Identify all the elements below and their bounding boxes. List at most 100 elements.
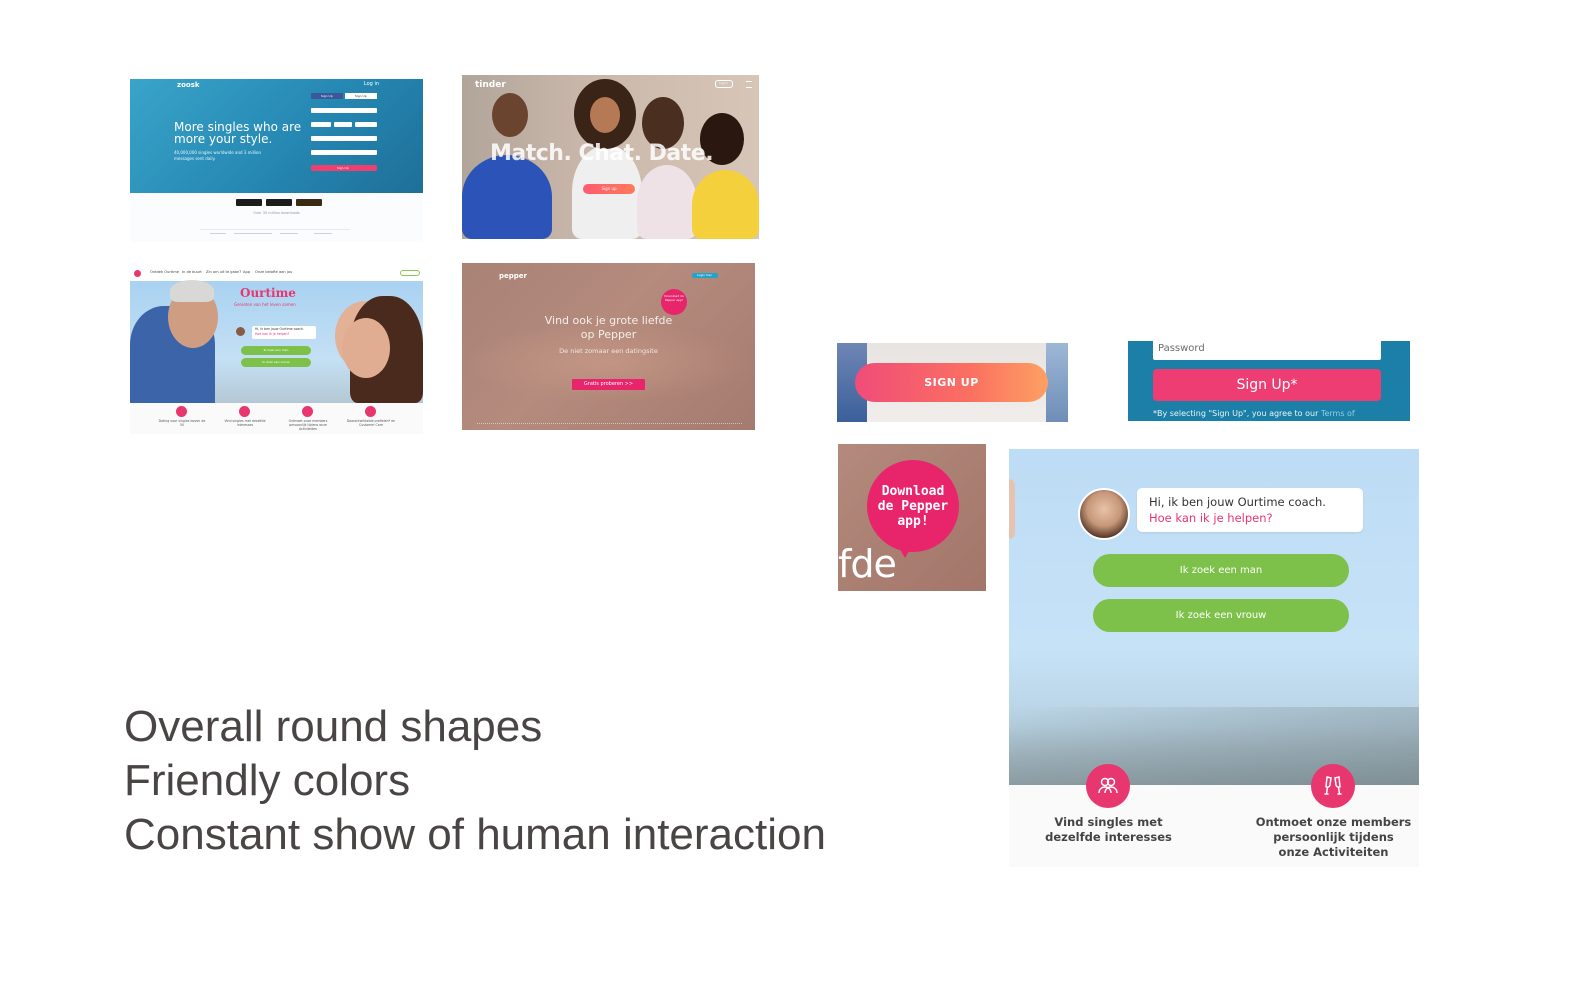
ourtime-logo: Ourtime bbox=[240, 286, 296, 300]
coach-question-line: Hoe kan ik je helpen? bbox=[1149, 511, 1273, 525]
password-input[interactable]: Password bbox=[1153, 341, 1381, 360]
note-line: Friendly colors bbox=[124, 756, 411, 805]
pepper-login-button[interactable]: Login hier bbox=[692, 273, 718, 278]
nav-item[interactable]: In de buurt bbox=[182, 270, 202, 274]
mountain-background bbox=[1009, 707, 1419, 787]
google-signup-label: Sign Up bbox=[355, 94, 367, 98]
amazon-badge[interactable] bbox=[296, 199, 322, 206]
zoosk-field-password[interactable] bbox=[311, 150, 377, 155]
note-line: Constant show of human interaction bbox=[124, 810, 826, 859]
google-play-badge[interactable] bbox=[266, 199, 292, 206]
nav-login-button[interactable] bbox=[400, 270, 420, 276]
ourtime-tagline: Genieten van het leven samen bbox=[234, 302, 296, 307]
woman-face-front bbox=[342, 318, 390, 378]
pepper-download-bubble[interactable]: Download de Pepper app! bbox=[867, 460, 959, 552]
pepper-subtitle: De niet zomaar een datingsite bbox=[559, 347, 658, 355]
dating-icon bbox=[176, 406, 187, 417]
tinder-login-label: Log in bbox=[719, 81, 729, 85]
search-woman-button[interactable]: Ik zoek een vrouw bbox=[1093, 599, 1349, 632]
feature-caption: Ontmoet onze members persoonlijk tijdens… bbox=[1246, 815, 1419, 860]
zoosk-field-gender[interactable] bbox=[311, 108, 377, 113]
pepper-download-badge[interactable]: Download de Pepper app! bbox=[661, 289, 687, 315]
pepper-login-label: Login hier bbox=[697, 273, 712, 277]
coach-question-line: Hoe kan ik je helpen? bbox=[255, 332, 290, 336]
tinder-signup-button[interactable]: Sign up bbox=[583, 184, 635, 194]
zoosk-subtext: 40,000,000 singles worldwide and 3 milli… bbox=[174, 150, 261, 161]
person-pink bbox=[637, 165, 697, 239]
zoosk-signup-button[interactable]: Sign Up bbox=[311, 165, 377, 171]
zoosk-field-email[interactable] bbox=[311, 136, 377, 141]
text-fragment: fde bbox=[838, 542, 897, 586]
zoosk-signup-button-zoom[interactable]: Sign Up* bbox=[1153, 369, 1381, 401]
legal-text: *By selecting "Sign Up", you agree to ou… bbox=[1153, 409, 1321, 418]
terms-link[interactable]: Terms of bbox=[1321, 409, 1355, 418]
people-icon bbox=[239, 406, 250, 417]
zoosk-footer bbox=[200, 229, 350, 240]
facebook-signup-button[interactable]: Sign Up bbox=[311, 93, 343, 99]
man-hair bbox=[170, 280, 214, 302]
zoosk-field-day[interactable] bbox=[334, 122, 352, 127]
feature-caption-line: persoonlijk tijdens bbox=[1273, 830, 1394, 844]
pepper-logo: pepper bbox=[499, 272, 527, 280]
search-woman-button[interactable]: Ik zoek een vrouw bbox=[241, 358, 311, 367]
note-line: Overall round shapes bbox=[124, 702, 543, 751]
menu-icon[interactable] bbox=[746, 81, 752, 88]
zoosk-download-count: Over 30 million downloads bbox=[253, 211, 300, 215]
feature-caption-line: dezelfde interesses bbox=[1045, 830, 1172, 844]
bubble-line: de Pepper bbox=[877, 499, 949, 514]
footer-line bbox=[210, 233, 226, 234]
cheers-icon bbox=[1311, 764, 1355, 808]
ourtime-screenshot: Ontdek Ourtime In de buurt Zin om uit te… bbox=[130, 266, 423, 434]
ourtime-coach-crop: Hi, ik ben jouw Ourtime coach. Hoe kan i… bbox=[1009, 449, 1419, 867]
bubble-line: Download bbox=[881, 484, 945, 499]
zoosk-signup-crop: Password Sign Up* *By selecting "Sign Up… bbox=[1128, 341, 1410, 421]
coach-avatar bbox=[236, 327, 245, 336]
search-man-button[interactable]: Ik zoek een man bbox=[241, 346, 311, 355]
heart-icon bbox=[134, 270, 141, 277]
zoosk-screenshot: zoosk Log in More singles who are more y… bbox=[130, 79, 423, 242]
pepper-title-line: op Pepper bbox=[580, 328, 637, 341]
google-signup-button[interactable]: Sign Up bbox=[345, 93, 377, 99]
feature-caption: Ontmoet onze members persoonlijk tijdens… bbox=[288, 419, 328, 431]
tinder-signup-crop: SIGN UP bbox=[837, 343, 1068, 422]
pepper-badge-crop: Download de Pepper app! fde bbox=[838, 444, 986, 591]
feature-caption-line: Ontmoet onze members bbox=[1255, 815, 1412, 829]
people-icon bbox=[1086, 764, 1130, 808]
feature-caption: Dating voor singles boven de 50 bbox=[158, 419, 206, 427]
zoosk-field-year[interactable] bbox=[355, 122, 377, 127]
profile-icon bbox=[365, 406, 376, 417]
feature-caption-line: onze Activiteiten bbox=[1278, 845, 1389, 859]
feature-caption: Vind singles met dezelfde interesses bbox=[224, 419, 266, 427]
design-notes: Overall round shapes Friendly colors Con… bbox=[124, 700, 944, 862]
bubble-line: app! bbox=[897, 514, 929, 529]
nav-item[interactable]: Zin om uit te gaan? bbox=[206, 270, 241, 274]
nav-item[interactable]: App bbox=[243, 270, 250, 274]
jacket-fragment bbox=[1046, 343, 1068, 422]
feature-caption: Vind singles met dezelfde interesses bbox=[1031, 815, 1186, 845]
nav-item[interactable]: Onze belofte aan jou bbox=[255, 270, 292, 274]
person-head bbox=[492, 93, 528, 137]
pepper-title: Vind ook je grote liefde op Pepper bbox=[462, 314, 755, 342]
cheers-icon bbox=[302, 406, 313, 417]
photo-edge bbox=[1009, 479, 1015, 539]
feature-caption-line: Vind singles met bbox=[1054, 815, 1163, 829]
facebook-signup-label: Sign Up bbox=[321, 94, 333, 98]
pepper-screenshot: pepper Login hier Download de Pepper app… bbox=[462, 263, 755, 430]
pepper-footer bbox=[477, 423, 742, 425]
pepper-try-button[interactable]: Gratis proberen >> bbox=[572, 379, 645, 390]
person-face bbox=[590, 97, 620, 133]
coach-message: Hi, ik ben jouw Ourtime coach. Hoe kan ik… bbox=[252, 326, 316, 339]
tinder-login-button[interactable]: Log in bbox=[715, 80, 733, 88]
app-store-badge[interactable] bbox=[236, 199, 262, 206]
nav-item[interactable]: Ontdek Ourtime bbox=[150, 270, 179, 274]
tinder-signup-button-zoom[interactable]: SIGN UP bbox=[855, 363, 1048, 402]
feature-caption: Doorontwikkelde profielen* en Customer C… bbox=[346, 419, 396, 427]
footer-line bbox=[314, 233, 332, 234]
pepper-title-line: Vind ook je grote liefde bbox=[544, 314, 673, 327]
search-man-button[interactable]: Ik zoek een man bbox=[1093, 554, 1349, 587]
zoosk-field-month[interactable] bbox=[311, 122, 331, 127]
zoosk-tagline: More singles who are more your style. bbox=[174, 120, 302, 146]
zoosk-legal-text: *By selecting "Sign Up", you agree to ou… bbox=[1153, 409, 1355, 418]
person-yellow bbox=[692, 170, 759, 239]
zoosk-login-link[interactable]: Log in bbox=[364, 81, 379, 87]
